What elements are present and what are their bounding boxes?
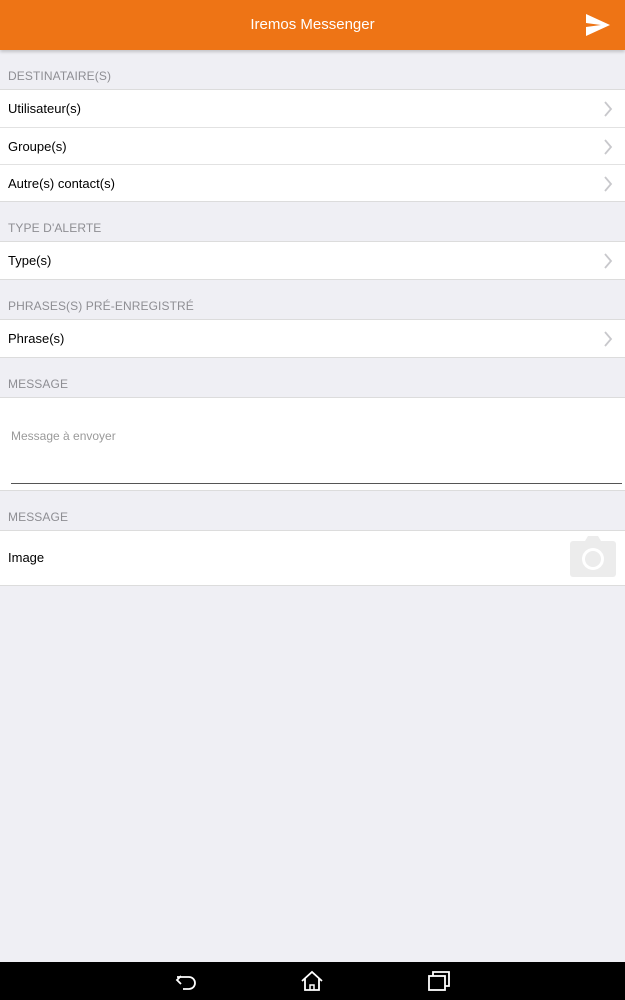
row-other-contacts-label: Autre(s) contact(s): [8, 176, 115, 191]
back-icon[interactable]: [174, 970, 198, 992]
row-image-label: Image: [8, 550, 45, 565]
app-bar: Iremos Messenger: [0, 0, 625, 50]
section-header-alert-type: TYPE D'ALERTE: [8, 221, 102, 235]
app-title: Iremos Messenger: [250, 16, 375, 33]
chevron-right-icon: [604, 253, 613, 269]
send-icon[interactable]: [585, 13, 611, 37]
camera-icon[interactable]: [570, 535, 616, 577]
row-phrases[interactable]: Phrase(s): [0, 320, 625, 357]
row-users[interactable]: Utilisateur(s): [0, 90, 625, 127]
row-groups[interactable]: Groupe(s): [0, 127, 625, 164]
home-icon[interactable]: [300, 970, 324, 992]
message-group: [0, 397, 625, 491]
chevron-right-icon: [604, 101, 613, 117]
row-image[interactable]: Image: [0, 531, 625, 585]
chevron-right-icon: [604, 176, 613, 192]
message-input[interactable]: [11, 428, 622, 484]
section-header-media: MESSAGE: [8, 510, 69, 524]
recipients-group: Utilisateur(s) Groupe(s) Autre(s) contac…: [0, 89, 625, 202]
row-types[interactable]: Type(s): [0, 242, 625, 279]
phrases-group: Phrase(s): [0, 319, 625, 358]
chevron-right-icon: [604, 139, 613, 155]
recent-apps-icon[interactable]: [427, 970, 451, 992]
row-other-contacts[interactable]: Autre(s) contact(s): [0, 164, 625, 201]
row-groups-label: Groupe(s): [8, 139, 67, 154]
chevron-right-icon: [604, 331, 613, 347]
system-nav-bar: [0, 962, 625, 1000]
section-header-recipients: DESTINATAIRE(S): [8, 69, 112, 83]
row-types-label: Type(s): [8, 253, 52, 268]
row-users-label: Utilisateur(s): [8, 101, 81, 116]
form-content: DESTINATAIRE(S) Utilisateur(s) Groupe(s)…: [0, 50, 625, 962]
alert-type-group: Type(s): [0, 241, 625, 280]
section-header-phrases: PHRASES(S) PRÉ-ENREGISTRÉ: [8, 299, 194, 313]
section-header-message: MESSAGE: [8, 377, 69, 391]
media-group: Image: [0, 530, 625, 586]
row-phrases-label: Phrase(s): [8, 331, 65, 346]
